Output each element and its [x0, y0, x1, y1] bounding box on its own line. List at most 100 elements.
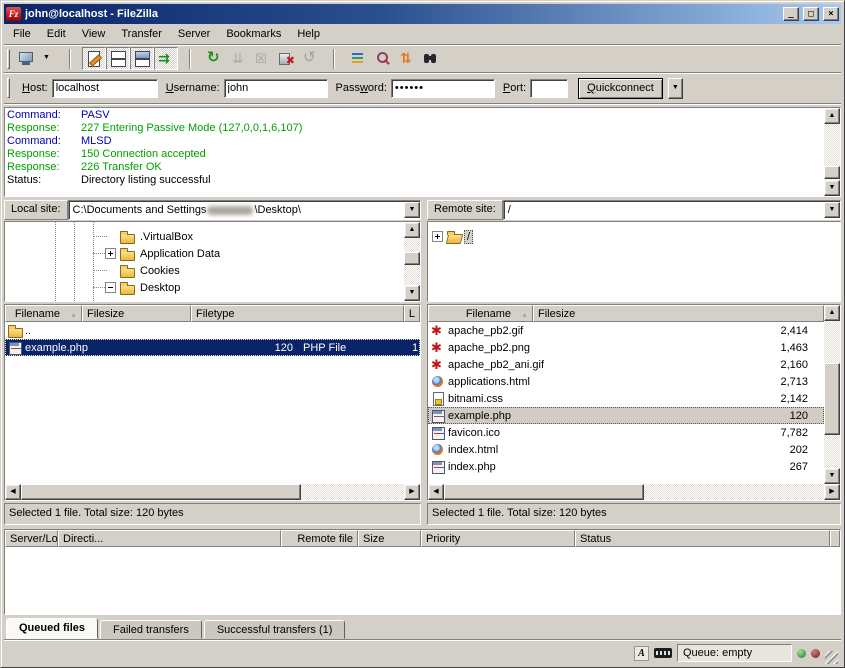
- file-row[interactable]: favicon.ico 7,782: [428, 424, 824, 441]
- site-manager-icon[interactable]: [14, 47, 38, 70]
- scroll-right-icon[interactable]: ▶: [404, 484, 420, 500]
- remote-list-hscrollbar-thumb[interactable]: [444, 484, 644, 500]
- folder-icon: [119, 280, 135, 295]
- host-input[interactable]: [52, 79, 158, 98]
- minimize-button[interactable]: _: [783, 7, 799, 21]
- port-input[interactable]: [530, 79, 568, 98]
- disconnect-icon[interactable]: [274, 47, 298, 70]
- local-tree-item[interactable]: .VirtualBox: [5, 228, 404, 245]
- menu-item[interactable]: Transfer: [113, 26, 170, 42]
- file-row[interactable]: example.php 120 PHP File 1: [5, 339, 420, 356]
- menu-item[interactable]: Help: [289, 26, 328, 42]
- local-tree-item[interactable]: Application Data: [5, 245, 404, 262]
- log-line: Command:MLSD: [7, 135, 822, 148]
- scroll-down-icon[interactable]: ▼: [404, 285, 420, 301]
- queue-column-header[interactable]: Size: [358, 530, 421, 547]
- log-line: Status:Directory listing successful: [7, 174, 822, 187]
- column-header[interactable]: Filetype: [191, 305, 404, 322]
- queue-column-header[interactable]: Server/Local file: [5, 530, 58, 547]
- queue-column-header[interactable]: [830, 530, 840, 547]
- compare-icon[interactable]: [370, 47, 394, 70]
- filter-icon[interactable]: [346, 47, 370, 70]
- quickconnect-dropdown-icon[interactable]: ▼: [668, 78, 683, 99]
- remote-list-scrollbar-thumb[interactable]: [824, 363, 840, 435]
- refresh-icon[interactable]: [202, 47, 226, 70]
- remote-path-dropdown-icon[interactable]: ▼: [824, 202, 840, 218]
- column-header[interactable]: Filename: [428, 305, 533, 322]
- file-row[interactable]: example.php 120: [428, 407, 824, 424]
- column-header[interactable]: Filesize: [533, 305, 824, 322]
- queue-column-header[interactable]: Directi...: [58, 530, 281, 547]
- remote-list-hscrollbar[interactable]: ◀ ▶: [428, 484, 840, 500]
- file-type-icon: [430, 391, 446, 406]
- queue-tab[interactable]: Successful transfers (1): [204, 620, 346, 639]
- process-queue-icon[interactable]: [226, 47, 250, 70]
- scroll-down-icon[interactable]: ▼: [824, 180, 840, 196]
- column-header[interactable]: Filesize: [82, 305, 191, 322]
- local-path-combo[interactable]: C:\Documents and Settings\Desktop\ ▼: [68, 200, 421, 220]
- file-row[interactable]: index.php 267: [428, 458, 824, 475]
- log-scrollbar-thumb[interactable]: [824, 166, 840, 179]
- title-bar[interactable]: Fz john@localhost - FileZilla _ □ ×: [4, 4, 841, 24]
- folder-icon: [119, 263, 135, 278]
- sync-browsing-icon[interactable]: [394, 47, 418, 70]
- file-row[interactable]: apache_pb2.png 1,463: [428, 339, 824, 356]
- column-header[interactable]: L: [404, 305, 420, 322]
- menu-item[interactable]: File: [5, 26, 39, 42]
- toggle-message-log-icon[interactable]: [82, 47, 106, 70]
- scroll-left-icon[interactable]: ◀: [428, 484, 444, 500]
- local-path-dropdown-icon[interactable]: ▼: [404, 202, 420, 218]
- scroll-up-icon[interactable]: ▲: [824, 305, 840, 321]
- column-header[interactable]: Filename: [5, 305, 82, 322]
- quickbar-gripper[interactable]: [7, 78, 10, 98]
- file-row[interactable]: applications.html 2,713: [428, 373, 824, 390]
- find-files-icon[interactable]: [418, 47, 442, 70]
- remote-list-scrollbar[interactable]: ▲ ▼: [824, 305, 840, 484]
- menu-item[interactable]: View: [74, 26, 114, 42]
- queue-column-header[interactable]: Remote file: [281, 530, 358, 547]
- menu-item[interactable]: Edit: [39, 26, 74, 42]
- local-list-hscrollbar[interactable]: ◀ ▶: [5, 484, 420, 500]
- scroll-left-icon[interactable]: ◀: [5, 484, 21, 500]
- local-tree-item[interactable]: Cookies: [5, 262, 404, 279]
- menu-item[interactable]: Server: [170, 26, 218, 42]
- scroll-down-icon[interactable]: ▼: [824, 468, 840, 484]
- toolbar-gripper[interactable]: [7, 49, 10, 69]
- close-button[interactable]: ×: [823, 7, 839, 21]
- scroll-up-icon[interactable]: ▲: [404, 222, 420, 238]
- username-input[interactable]: [224, 79, 328, 98]
- reconnect-icon[interactable]: [298, 47, 322, 70]
- selection-status-row: Selected 1 file. Total size: 120 bytes S…: [4, 503, 841, 525]
- log-scrollbar[interactable]: ▲ ▼: [824, 108, 840, 196]
- local-list-hscrollbar-thumb[interactable]: [21, 484, 301, 500]
- queue-tab[interactable]: Queued files: [6, 618, 98, 639]
- dropdown-arrow-icon[interactable]: [38, 47, 58, 70]
- local-tree-scrollbar-thumb[interactable]: [404, 252, 420, 265]
- file-row[interactable]: bitnami.css 2,142: [428, 390, 824, 407]
- remote-path-combo[interactable]: / ▼: [503, 200, 841, 220]
- remote-tree-item[interactable]: /: [428, 228, 840, 245]
- scroll-right-icon[interactable]: ▶: [824, 484, 840, 500]
- toggle-remote-tree-icon[interactable]: [130, 47, 154, 70]
- local-tree-item[interactable]: Desktop: [5, 279, 404, 296]
- queue-column-header[interactable]: Status: [575, 530, 830, 547]
- quickconnect-button[interactable]: Quickconnect: [578, 78, 663, 99]
- queue-tab[interactable]: Failed transfers: [100, 620, 202, 639]
- file-row[interactable]: ..: [5, 322, 420, 339]
- toggle-queue-icon[interactable]: [154, 47, 178, 70]
- file-row[interactable]: index.html 202: [428, 441, 824, 458]
- file-row[interactable]: apache_pb2.gif 2,414: [428, 322, 824, 339]
- menu-item[interactable]: Bookmarks: [218, 26, 289, 42]
- scroll-up-icon[interactable]: ▲: [824, 108, 840, 124]
- maximize-button[interactable]: □: [803, 7, 819, 21]
- local-tree-scrollbar[interactable]: ▲ ▼: [404, 222, 420, 301]
- tree-expander-icon[interactable]: [105, 248, 116, 259]
- toggle-local-tree-icon[interactable]: [106, 47, 130, 70]
- file-row[interactable]: apache_pb2_ani.gif 2,160: [428, 356, 824, 373]
- tree-expander-icon[interactable]: [432, 231, 443, 242]
- tree-expander-icon[interactable]: [105, 282, 116, 293]
- queue-column-header[interactable]: Priority: [421, 530, 575, 547]
- password-input[interactable]: [391, 79, 495, 98]
- resize-grip[interactable]: [825, 651, 838, 664]
- cancel-icon[interactable]: [250, 47, 274, 70]
